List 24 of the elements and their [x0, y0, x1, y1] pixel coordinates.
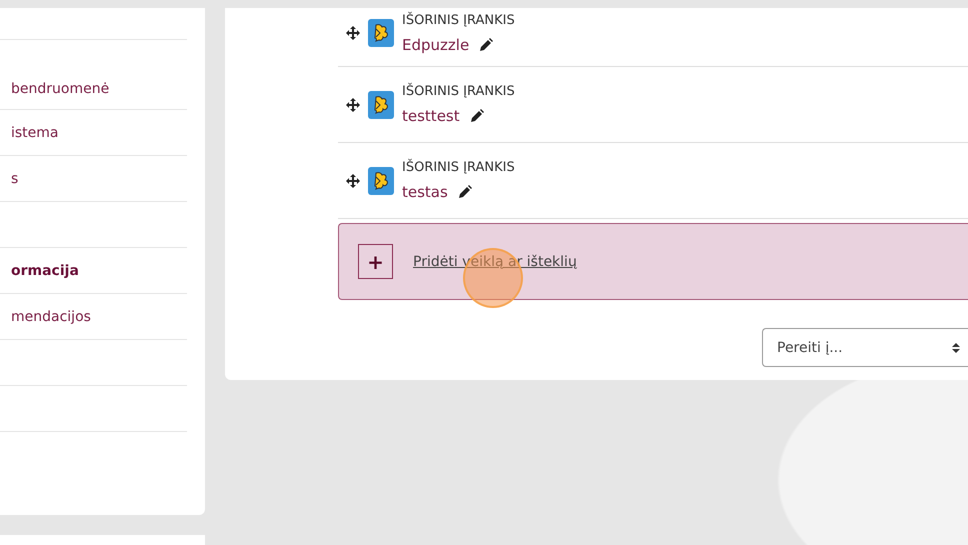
sidebar-item[interactable]: ormacija	[0, 262, 79, 278]
activity-type: IŠORINIS ĮRANKIS	[402, 84, 515, 99]
move-icon[interactable]	[346, 26, 360, 40]
add-activity-link[interactable]: Pridėti veiklą ar išteklių	[413, 254, 577, 270]
move-icon[interactable]	[346, 98, 360, 112]
sidebar-item[interactable]: bendruomenė	[0, 81, 110, 97]
pencil-icon[interactable]	[479, 38, 494, 52]
move-icon[interactable]	[346, 174, 360, 188]
activity-type: IŠORINIS ĮRANKIS	[402, 160, 515, 175]
puzzle-icon	[368, 90, 394, 118]
pencil-icon[interactable]	[470, 109, 484, 123]
activity-link[interactable]: Edpuzzle	[402, 36, 470, 54]
sidebar-item[interactable]: mendacijos	[0, 308, 91, 324]
add-button[interactable]: +	[358, 244, 393, 279]
activity-link[interactable]: testtest	[402, 107, 460, 125]
jump-select[interactable]: Pereiti į...	[762, 328, 968, 367]
updown-icon	[952, 342, 960, 352]
activity-type: IŠORINIS ĮRANKIS	[402, 12, 515, 28]
activity-link[interactable]: testas	[402, 183, 448, 201]
pencil-icon[interactable]	[458, 185, 472, 199]
puzzle-icon	[368, 166, 394, 194]
puzzle-icon	[368, 19, 394, 47]
sidebar-item[interactable]: istema	[0, 124, 59, 140]
sidebar-item[interactable]: s	[0, 170, 18, 186]
